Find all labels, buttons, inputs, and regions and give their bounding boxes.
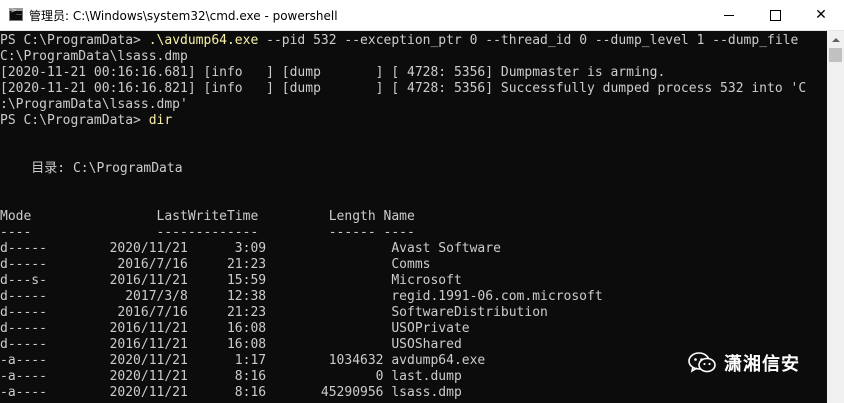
watermark: 潇湘信安 [688,349,800,377]
console-line: d----- 2016/7/16 21:23 SoftwareDistribut… [0,305,548,320]
console-line: C:\ProgramData\lsass.dmp [0,49,188,64]
console-line: d----- 2017/3/8 12:38 regid.1991-06.com.… [0,289,603,304]
console-line: :\ProgramData\lsass.dmp' [0,97,188,112]
console-line: [2020-11-21 00:16:16.681] [info ] [dump … [0,65,666,80]
scroll-thumb[interactable] [829,48,842,62]
console-line: d----- 2020/11/21 3:09 Avast Software [0,241,501,256]
prompt-line: PS C:\ProgramData> .\avdump64.exe --pid … [0,33,798,49]
console-output[interactable]: PS C:\ProgramData> .\avdump64.exe --pid … [0,31,827,403]
window-titlebar[interactable]: >_ 管理员: C:\Windows\system32\cmd.exe - po… [0,0,844,31]
minimize-icon [724,14,734,16]
console-line: d---s- 2016/11/21 15:59 Microsoft [0,273,462,288]
scroll-up-button[interactable] [827,31,844,48]
prompt: PS C:\ProgramData> [0,33,149,48]
wechat-icon [688,352,716,373]
console-line: -a---- 2020/11/21 1:17 1034632 avdump64.… [0,353,486,368]
window-title: 管理员: C:\Windows\system32\cmd.exe - power… [29,9,338,23]
cmd-app-icon: >_ [9,6,23,21]
close-button[interactable]: ✕ [798,0,844,30]
console-line: Mode LastWriteTime Length Name [0,209,415,224]
command-args: --pid 532 --exception_ptr 0 --thread_id … [258,33,799,48]
console-line: ---- ------------- ------ ---- [0,225,415,240]
arrow-up-icon [831,37,840,42]
close-icon: ✕ [815,7,827,23]
console-line: [2020-11-21 00:16:16.821] [info ] [dump … [0,81,807,96]
command-text: .\avdump64.exe [148,33,259,48]
watermark-text: 潇湘信安 [724,354,800,375]
console-line: 目录: C:\ProgramData [0,161,183,176]
prompt: PS C:\ProgramData> [0,113,149,128]
console-line: -a---- 2020/11/21 8:16 0 last.dump [0,369,462,384]
maximize-icon [769,9,781,21]
console-line: d----- 2016/11/21 16:08 USOPrivate [0,321,470,336]
vertical-scrollbar[interactable] [827,31,844,403]
console-line: -a---- 2020/11/21 8:16 45290956 lsass.dm… [0,385,462,400]
prompt-line: PS C:\ProgramData> dir [0,113,172,129]
maximize-button[interactable] [752,0,798,30]
minimize-button[interactable] [706,0,752,30]
console-line: d----- 2016/7/16 21:23 Comms [0,257,431,272]
console-line: d----- 2016/11/21 16:08 USOShared [0,337,462,352]
command-text: dir [148,113,173,128]
